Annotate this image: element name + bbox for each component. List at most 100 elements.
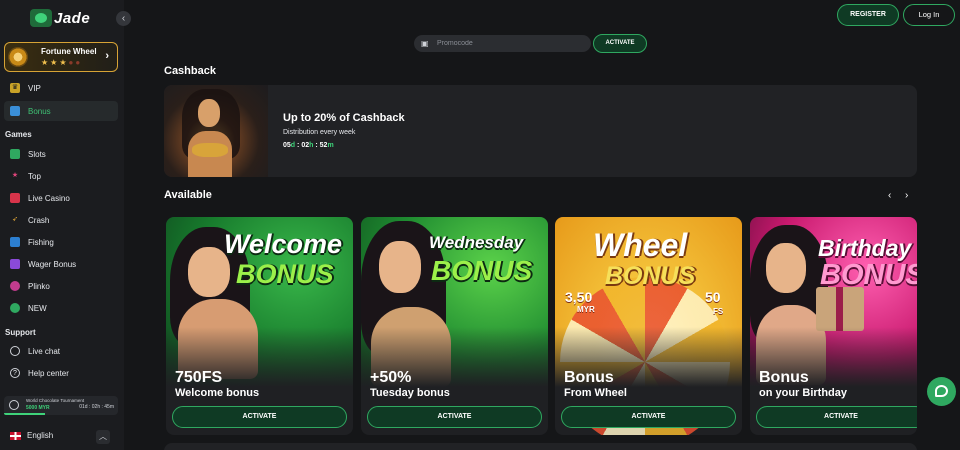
banner-title: Wednesday <box>429 233 524 252</box>
bonus-card-title: +50% <box>370 369 412 386</box>
sidebar-item-help-center[interactable]: ? Help center <box>4 363 118 383</box>
sidebar-item-label: Help center <box>28 368 69 378</box>
bonus-card-birthday[interactable]: Birthday BONUS Bonus on your Birthday AC… <box>750 217 917 435</box>
wheel-value-left: 3,50 <box>565 289 593 305</box>
timer-days-unit: d <box>290 142 296 149</box>
uk-flag-icon <box>10 431 21 440</box>
banner-title: Birthday <box>818 235 912 261</box>
cashback-title: Up to 20% of Cashback <box>283 112 405 124</box>
bonus-card-subtitle: on your Birthday <box>759 387 848 399</box>
banner-subtitle: BONUS <box>236 259 334 289</box>
bonus-card-wheel[interactable]: Wheel BONUS 3,50 MYR 50 FS Bonus From Wh… <box>555 217 742 435</box>
chat-button[interactable] <box>927 377 956 406</box>
timer-hours-unit: h <box>309 142 314 149</box>
fortune-wheel-title: Fortune Wheel <box>41 47 97 56</box>
tournament-name: World Chocolate Tournament <box>26 398 85 403</box>
activate-button[interactable]: ACTIVATE <box>172 406 347 428</box>
bonus-card-welcome[interactable]: Welcome BONUS 750FS Welcome bonus ACTIVA… <box>166 217 353 435</box>
chevron-right-icon: › <box>905 190 909 201</box>
headset-icon <box>10 346 20 356</box>
language-selector[interactable]: English <box>10 431 53 440</box>
banner-subtitle: BONUS <box>605 262 696 290</box>
cashback-timer: 05d : 02h : 52m <box>283 142 334 149</box>
activate-button[interactable]: ACTIVATE <box>756 406 917 428</box>
wheel-value-right: 50 <box>705 289 721 305</box>
sidebar-item-live-casino[interactable]: Live Casino <box>4 188 118 208</box>
register-button[interactable]: REGISTER <box>837 4 899 26</box>
sidebar-item-label: VIP <box>28 83 41 93</box>
tournament-widget[interactable]: World Chocolate Tournament 5000 MYR 01d … <box>4 396 118 415</box>
fortune-wheel-icon <box>8 47 28 67</box>
tiger-logo-icon <box>30 9 52 27</box>
sidebar-item-live-chat[interactable]: Live chat <box>4 341 118 361</box>
sidebar-item-label: NEW <box>28 303 47 313</box>
sidebar-item-label: Live Casino <box>28 193 70 203</box>
fish-icon <box>10 237 20 247</box>
cashback-card[interactable]: Up to 20% of Cashback Distribution every… <box>164 85 917 177</box>
promocode-activate-button[interactable]: ACTIVATE <box>593 34 647 53</box>
bonus-card-wednesday[interactable]: Wednesday BONUS +50% Tuesday bonus ACTIV… <box>361 217 548 435</box>
sidebar-item-label: Bonus <box>28 106 51 116</box>
login-button[interactable]: Log In <box>903 4 955 26</box>
activate-button[interactable]: ACTIVATE <box>561 406 736 428</box>
star-icon: ★ <box>11 172 19 179</box>
section-label-support: Support <box>5 328 36 337</box>
slots-icon <box>10 149 20 159</box>
next-section-card <box>164 443 917 450</box>
sidebar-item-bonus[interactable]: Bonus <box>4 101 118 121</box>
sidebar-item-crash[interactable]: ➶ Crash <box>4 210 118 230</box>
chevron-right-icon: › <box>105 50 109 62</box>
tournament-progress <box>4 413 46 415</box>
sidebar-item-wager-bonus[interactable]: Wager Bonus <box>4 254 118 274</box>
sidebar-item-plinko[interactable]: Plinko <box>4 276 118 296</box>
sidebar-item-top[interactable]: ★ Top <box>4 166 118 186</box>
gift-icon <box>10 106 20 116</box>
activate-button[interactable]: ACTIVATE <box>367 406 542 428</box>
timer-minutes-unit: m <box>327 142 334 149</box>
logo[interactable]: Jade <box>30 9 90 27</box>
sidebar-item-label: Fishing <box>28 237 54 247</box>
sidebar-item-slots[interactable]: Slots <box>4 144 118 164</box>
sidebar-item-fishing[interactable]: Fishing <box>4 232 118 252</box>
star-icon: ★ <box>59 58 69 67</box>
chat-bubble-icon <box>935 385 948 397</box>
star-icon: ★ <box>50 58 60 67</box>
sidebar-item-label: Crash <box>28 215 50 225</box>
wheel-unit-right: FS <box>713 307 724 316</box>
section-label-games: Games <box>5 130 32 139</box>
logo-row: Jade <box>0 0 124 36</box>
plinko-icon <box>10 281 20 291</box>
promocode-input[interactable] <box>437 40 577 47</box>
cashback-subtitle: Distribution every week <box>283 129 356 136</box>
tournament-prize: 5000 MYR <box>26 405 50 411</box>
chevron-left-icon: ‹ <box>121 13 126 24</box>
trophy-icon <box>9 400 19 410</box>
timer-separator: : <box>315 142 318 149</box>
chevron-up-icon[interactable]: ︿ <box>96 430 110 444</box>
sidebar-item-new[interactable]: NEW <box>4 298 118 318</box>
carousel-next-button[interactable]: › <box>905 190 908 201</box>
gift-icon: ▣ <box>421 39 429 48</box>
fortune-wheel-stars: ★★★●● <box>41 58 82 67</box>
language-label: English <box>27 431 54 440</box>
promocode-field: ▣ <box>414 35 591 52</box>
timer-days: 05 <box>283 142 291 149</box>
sidebar-collapse-button[interactable]: ‹ <box>116 11 131 26</box>
live-casino-icon <box>10 193 20 203</box>
banner-title: Welcome <box>224 229 343 259</box>
sidebar-item-label: Wager Bonus <box>28 259 77 269</box>
crown-icon: ♛ <box>10 83 20 93</box>
fortune-wheel-card[interactable]: Fortune Wheel ★★★●● › <box>4 42 118 72</box>
bonus-card-subtitle: From Wheel <box>564 387 627 399</box>
carousel-prev-button[interactable]: ‹ <box>888 190 891 201</box>
chevron-left-icon: ‹ <box>888 190 892 201</box>
timer-hours: 02 <box>301 142 310 149</box>
new-icon <box>10 303 20 313</box>
banner-subtitle: BONUS <box>820 259 917 291</box>
logo-text: Jade <box>54 9 91 27</box>
sidebar-item-vip[interactable]: ♛ VIP <box>4 78 118 98</box>
sidebar-item-label: Live chat <box>28 346 61 356</box>
bonus-card-title: Bonus <box>759 369 809 386</box>
wager-bonus-icon <box>10 259 20 269</box>
bonus-card-subtitle: Welcome bonus <box>175 387 260 399</box>
